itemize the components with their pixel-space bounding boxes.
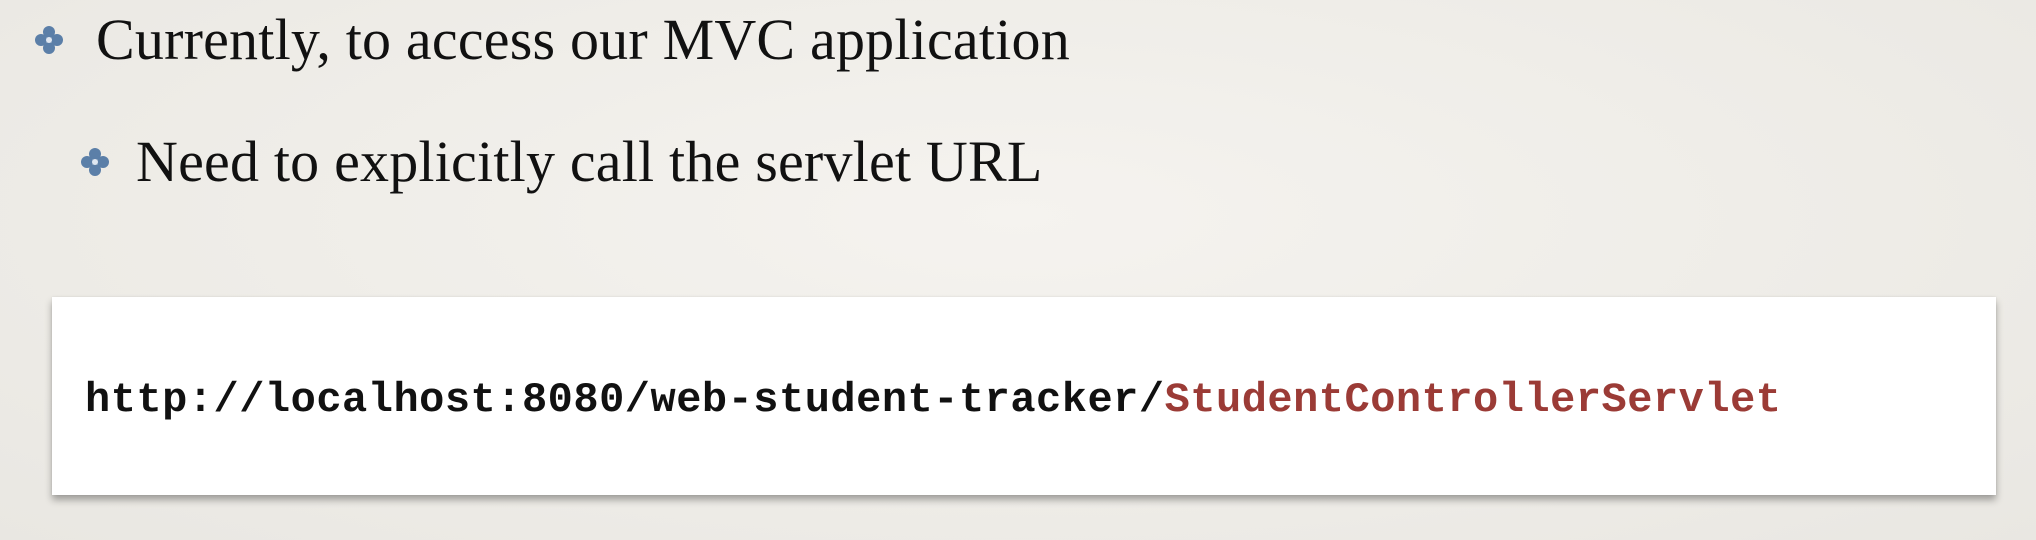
bullet-item-1: Currently, to access our MVC application <box>34 0 1070 80</box>
url-box: http://localhost:8080/web-student-tracke… <box>52 297 1996 495</box>
url-prefix: http://localhost:8080/web-student-tracke… <box>85 376 1165 424</box>
bullet-text: Need to explicitly call the servlet URL <box>136 129 1043 194</box>
url-servlet-name: StudentControllerServlet <box>1164 376 1782 424</box>
bullet-text: Currently, to access our MVC application <box>96 7 1070 72</box>
flower-bullet-icon <box>80 147 110 177</box>
url-text: http://localhost:8080/web-student-tracke… <box>85 376 1781 424</box>
flower-bullet-icon <box>34 25 64 55</box>
bullet-item-2: Need to explicitly call the servlet URL <box>80 122 1043 202</box>
